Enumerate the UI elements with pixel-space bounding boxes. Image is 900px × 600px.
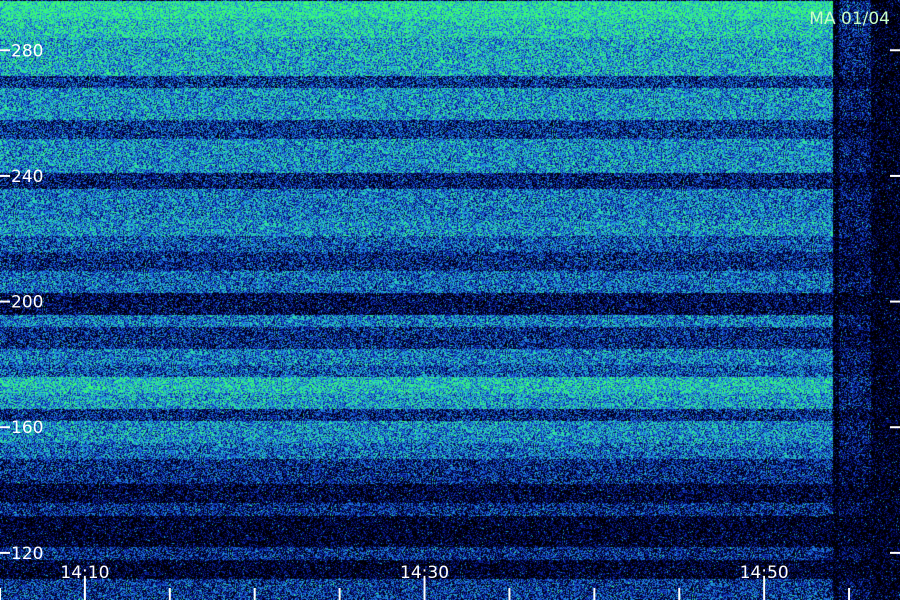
y-tick-label: 280 [11,41,43,61]
x-axis: 14:10 14:30 14:50 [0,563,851,600]
y-axis: 120 160 200 240 280 [0,41,900,564]
x-tick-label: 14:30 [400,563,449,583]
y-tick-label: 120 [11,544,43,564]
y-tick-label: 160 [11,418,43,438]
y-tick-label: 240 [11,167,43,187]
y-tick-label: 200 [11,293,43,313]
x-tick-label: 14:50 [740,563,789,583]
x-tick-label: 14:10 [60,563,109,583]
spectrogram-axes: 120 160 200 240 280 14:10 14:30 14:50 MA 01/04 [0,9,900,600]
station-label: MA 01/04 [809,9,890,29]
